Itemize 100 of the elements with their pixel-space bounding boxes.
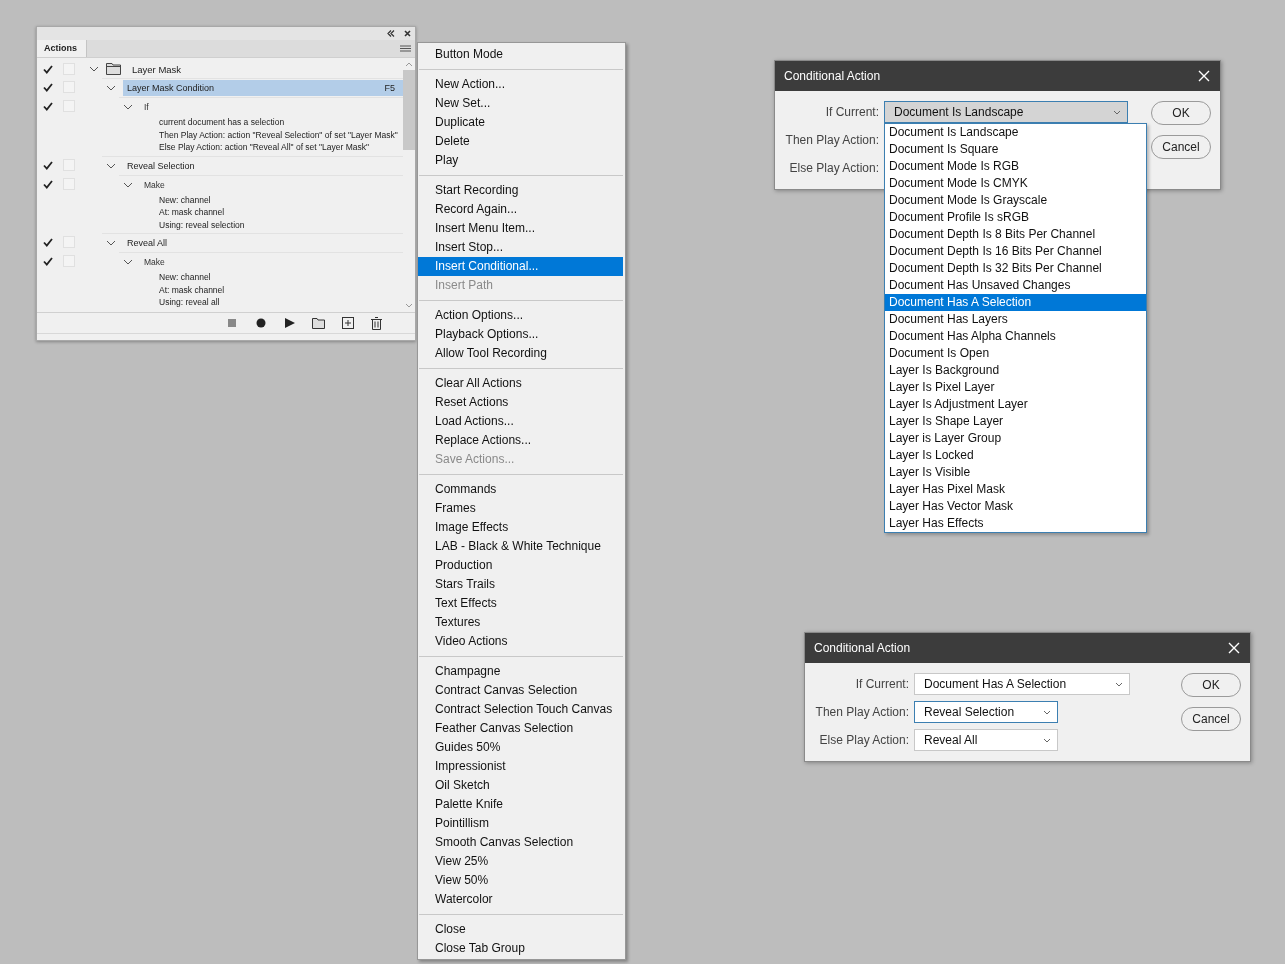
chevron-down-icon[interactable] bbox=[106, 240, 116, 246]
menu-item[interactable]: New Action... bbox=[418, 75, 623, 94]
action-item[interactable]: Layer Mask Condition F5 bbox=[123, 80, 403, 96]
menu-item[interactable]: View 25% bbox=[418, 852, 623, 871]
dropdown-option[interactable]: Document Has Alpha Channels bbox=[885, 328, 1146, 345]
dropdown-option[interactable]: Document Mode Is Grayscale bbox=[885, 192, 1146, 209]
menu-item[interactable]: Insert Conditional... bbox=[418, 257, 623, 276]
menu-item[interactable]: Commands bbox=[418, 480, 623, 499]
dropdown-option[interactable]: Document Mode Is RGB bbox=[885, 158, 1146, 175]
menu-item[interactable]: Production bbox=[418, 556, 623, 575]
dropdown-option[interactable]: Layer Has Effects bbox=[885, 515, 1146, 532]
chevron-down-icon[interactable] bbox=[106, 85, 116, 91]
chevron-down-icon[interactable] bbox=[89, 66, 99, 72]
menu-item[interactable]: Feather Canvas Selection bbox=[418, 719, 623, 738]
dropdown-option[interactable]: Document Is Square bbox=[885, 141, 1146, 158]
dropdown[interactable]: Reveal Selection bbox=[914, 701, 1058, 723]
dropdown-option[interactable]: Document Depth Is 32 Bits Per Channel bbox=[885, 260, 1146, 277]
action-item[interactable]: Make bbox=[140, 176, 403, 193]
step-detail: At: mask channel bbox=[159, 206, 226, 219]
chevron-down-icon[interactable] bbox=[123, 259, 133, 265]
checkmark-icon[interactable] bbox=[43, 160, 53, 170]
menu-item[interactable]: Watercolor bbox=[418, 890, 623, 909]
menu-item[interactable]: Clear All Actions bbox=[418, 374, 623, 393]
dialog-button[interactable]: Cancel bbox=[1151, 135, 1211, 159]
menu-item[interactable]: Pointillism bbox=[418, 814, 623, 833]
menu-item[interactable]: Palette Knife bbox=[418, 795, 623, 814]
dropdown-option[interactable]: Layer Is Shape Layer bbox=[885, 413, 1146, 430]
menu-item[interactable]: Record Again... bbox=[418, 200, 623, 219]
menu-item[interactable]: Allow Tool Recording bbox=[418, 344, 623, 363]
menu-item[interactable]: Textures bbox=[418, 613, 623, 632]
dropdown-option[interactable]: Document Depth Is 8 Bits Per Channel bbox=[885, 226, 1146, 243]
dropdown-option[interactable]: Document Is Landscape bbox=[885, 124, 1146, 141]
chevron-down-icon[interactable] bbox=[106, 162, 116, 169]
menu-item[interactable]: Reset Actions bbox=[418, 393, 623, 412]
menu-item[interactable]: Replace Actions... bbox=[418, 431, 623, 450]
menu-item[interactable]: Smooth Canvas Selection bbox=[418, 833, 623, 852]
menu-item[interactable]: Image Effects bbox=[418, 518, 623, 537]
dropdown[interactable]: Document Is Landscape bbox=[884, 101, 1128, 123]
menu-item[interactable]: Stars Trails bbox=[418, 575, 623, 594]
checkmark-icon[interactable] bbox=[43, 238, 53, 247]
menu-item[interactable]: Close bbox=[418, 920, 623, 939]
action-item[interactable]: Layer Mask bbox=[128, 61, 403, 77]
menu-item[interactable]: Insert Stop... bbox=[418, 238, 623, 257]
dropdown-option[interactable]: Layer Is Adjustment Layer bbox=[885, 396, 1146, 413]
menu-item[interactable]: Load Actions... bbox=[418, 412, 623, 431]
dropdown-option[interactable]: Document Mode Is CMYK bbox=[885, 175, 1146, 192]
action-item[interactable]: Reveal Selection bbox=[123, 157, 403, 174]
menu-item[interactable]: Contract Canvas Selection bbox=[418, 681, 623, 700]
chevron-down-icon[interactable] bbox=[123, 104, 133, 110]
dialog-button[interactable]: OK bbox=[1151, 101, 1211, 125]
dropdown-option[interactable]: Document Profile Is sRGB bbox=[885, 209, 1146, 226]
menu-item[interactable]: Close Tab Group bbox=[418, 939, 623, 958]
dropdown-option[interactable]: Document Has Layers bbox=[885, 311, 1146, 328]
action-item[interactable]: If bbox=[140, 99, 403, 115]
menu-item[interactable]: Text Effects bbox=[418, 594, 623, 613]
dropdown-option[interactable]: Document Depth Is 16 Bits Per Channel bbox=[885, 243, 1146, 260]
dropdown-option[interactable]: Layer Is Locked bbox=[885, 447, 1146, 464]
menu-item[interactable]: Video Actions bbox=[418, 632, 623, 651]
dropdown[interactable]: Document Has A Selection bbox=[914, 673, 1130, 695]
menu-item[interactable]: LAB - Black & White Technique bbox=[418, 537, 623, 556]
menu-item[interactable]: Button Mode bbox=[418, 45, 623, 64]
menu-item[interactable]: Contract Selection Touch Canvas bbox=[418, 700, 623, 719]
checkmark-icon[interactable] bbox=[43, 83, 53, 92]
menu-item[interactable]: Playback Options... bbox=[418, 325, 623, 344]
menu-item[interactable]: Duplicate bbox=[418, 113, 623, 132]
menu-item[interactable]: Start Recording bbox=[418, 181, 623, 200]
menu-item[interactable]: Champagne bbox=[418, 662, 623, 681]
menu-item[interactable]: Insert Menu Item... bbox=[418, 219, 623, 238]
checkmark-icon[interactable] bbox=[43, 102, 53, 111]
menu-item[interactable]: Action Options... bbox=[418, 306, 623, 325]
dropdown-option[interactable]: Layer Has Vector Mask bbox=[885, 498, 1146, 515]
close-icon[interactable] bbox=[404, 30, 411, 37]
checkmark-icon[interactable] bbox=[43, 257, 53, 266]
dropdown-option[interactable]: Layer Is Visible bbox=[885, 464, 1146, 481]
collapse-icon[interactable] bbox=[387, 30, 395, 37]
dialog-button[interactable]: OK bbox=[1181, 673, 1241, 697]
action-item[interactable]: Make bbox=[140, 254, 403, 270]
dialog-button[interactable]: Cancel bbox=[1181, 707, 1241, 731]
menu-item[interactable]: View 50% bbox=[418, 871, 623, 890]
action-item[interactable]: Reveal All bbox=[123, 235, 403, 251]
dropdown-option[interactable]: Document Is Open bbox=[885, 345, 1146, 362]
dropdown-option[interactable]: Layer Is Background bbox=[885, 362, 1146, 379]
dropdown-option[interactable]: Layer is Layer Group bbox=[885, 430, 1146, 447]
dropdown-option[interactable]: Document Has A Selection bbox=[885, 294, 1146, 311]
menu-item[interactable]: Oil Sketch bbox=[418, 776, 623, 795]
checkmark-icon[interactable] bbox=[43, 65, 53, 74]
menu-item[interactable]: Delete bbox=[418, 132, 623, 151]
panel-tab[interactable]: Actions bbox=[37, 40, 87, 57]
dropdown-option[interactable]: Document Has Unsaved Changes bbox=[885, 277, 1146, 294]
checkmark-icon[interactable] bbox=[43, 179, 53, 189]
dropdown[interactable]: Reveal All bbox=[914, 729, 1058, 751]
field-label: Then Play Action: bbox=[784, 133, 880, 147]
menu-item[interactable]: Impressionist bbox=[418, 757, 623, 776]
dropdown-option[interactable]: Layer Is Pixel Layer bbox=[885, 379, 1146, 396]
menu-item[interactable]: Play bbox=[418, 151, 623, 170]
menu-item[interactable]: Frames bbox=[418, 499, 623, 518]
chevron-down-icon[interactable] bbox=[123, 181, 133, 188]
menu-item[interactable]: Guides 50% bbox=[418, 738, 623, 757]
menu-item[interactable]: New Set... bbox=[418, 94, 623, 113]
dropdown-option[interactable]: Layer Has Pixel Mask bbox=[885, 481, 1146, 498]
